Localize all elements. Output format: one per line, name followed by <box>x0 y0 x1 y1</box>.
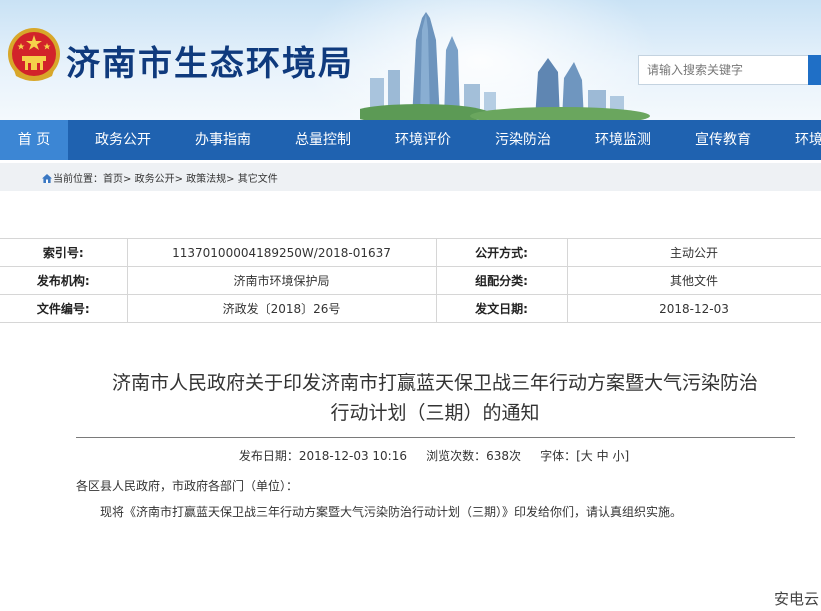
national-emblem-icon <box>8 28 60 81</box>
site-title: 济南市生态环境局 <box>66 44 354 84</box>
search-input[interactable] <box>639 56 815 84</box>
nav-item-pollution-control[interactable]: 污染防治 <box>480 120 566 160</box>
publish-date-label: 发布日期： <box>238 449 299 463</box>
publisher-label: 发布机构: <box>0 266 127 295</box>
publisher-value: 济南市环境保护局 <box>126 266 437 295</box>
views-label: 浏览次数： <box>426 449 487 463</box>
issue-date-value: 2018-12-03 <box>566 294 821 323</box>
nav-item-home[interactable]: 首 页 <box>0 120 68 160</box>
article-title-line-2: 行动计划（三期）的通知 <box>330 402 540 424</box>
disclosure-method-value: 主动公开 <box>566 238 821 267</box>
nav-item-env-monitoring[interactable]: 环境监测 <box>580 120 666 160</box>
publish-date: 2018-12-03 10:16 <box>298 449 407 463</box>
views-count: 638 <box>486 449 509 463</box>
article-title-line-1: 济南市人民政府关于印发济南市打赢蓝天保卫战三年行动方案暨大气污染防治 <box>111 372 758 394</box>
title-divider <box>76 437 795 438</box>
breadcrumb-gov-affairs[interactable]: 政务公开 <box>135 174 175 185</box>
article-body: 现将《济南市打赢蓝天保卫战三年行动方案暨大气污染防治行动计划（三期）》印发给你们… <box>100 505 683 519</box>
breadcrumb-policy[interactable]: 政策法规 <box>186 174 226 185</box>
nav-item-publicity[interactable]: 宣传教育 <box>680 120 766 160</box>
font-size-label: 字体： <box>540 449 577 463</box>
table-row: 索引号: 11370100004189250W/2018-01637 公开方式:… <box>0 238 821 267</box>
nav-item-total-control[interactable]: 总量控制 <box>280 120 366 160</box>
article-salutation: 各区县人民政府，市政府各部门（单位）： <box>76 479 299 493</box>
issue-date-label: 发文日期: <box>436 294 567 323</box>
city-skyline-icon <box>360 12 650 120</box>
breadcrumb-bar: 当前位置：首页> 政务公开> 政策法规> 其它文件 <box>0 163 821 191</box>
font-size-small[interactable]: 小 <box>612 449 624 463</box>
breadcrumb-prefix: 当前位置： <box>53 174 103 185</box>
views-unit: 次 <box>508 449 521 463</box>
breadcrumb-home[interactable]: 首页 <box>103 174 123 185</box>
document-number-value: 济政发〔2018〕26号 <box>126 294 437 323</box>
document-info-table: 索引号: 11370100004189250W/2018-01637 公开方式:… <box>0 238 821 323</box>
document-number-label: 文件编号: <box>0 294 127 323</box>
category-value: 其他文件 <box>566 266 821 295</box>
nav-item-guide[interactable]: 办事指南 <box>180 120 266 160</box>
category-label: 组配分类: <box>436 266 567 295</box>
nav-item-env-assessment[interactable]: 环境评价 <box>380 120 466 160</box>
index-number-label: 索引号: <box>0 238 127 267</box>
breadcrumb: 当前位置：首页> 政务公开> 政策法规> 其它文件 <box>42 170 278 185</box>
font-size-large[interactable]: 大 <box>581 449 593 463</box>
index-number-value: 11370100004189250W/2018-01637 <box>126 238 437 267</box>
breadcrumb-other-docs[interactable]: 其它文件 <box>238 174 278 185</box>
search-box <box>638 55 815 85</box>
article-title: 济南市人民政府关于印发济南市打赢蓝天保卫战三年行动方案暨大气污染防治 行动计划（… <box>70 368 800 428</box>
table-row: 发布机构: 济南市环境保护局 组配分类: 其他文件 <box>0 266 821 295</box>
breadcrumb-separator: > <box>174 174 183 185</box>
table-row: 文件编号: 济政发〔2018〕26号 发文日期: 2018-12-03 <box>0 294 821 323</box>
header-banner: 济南市生态环境局 <box>0 0 821 120</box>
main-nav: 首 页 政务公开 办事指南 总量控制 环境评价 污染防治 环境监测 宣传教育 环… <box>0 120 821 160</box>
disclosure-method-label: 公开方式: <box>436 238 567 267</box>
breadcrumb-separator: > <box>226 174 235 185</box>
nav-item-more[interactable]: 环境 <box>780 120 821 160</box>
home-icon <box>42 174 52 183</box>
breadcrumb-separator: > <box>123 174 132 185</box>
nav-item-gov-affairs[interactable]: 政务公开 <box>80 120 166 160</box>
article-meta: 发布日期：2018-12-03 10:16 浏览次数：638次 字体：[大 中 … <box>238 449 630 463</box>
font-size-medium[interactable]: 中 <box>597 449 609 463</box>
search-button[interactable] <box>808 55 821 85</box>
watermark: 安电云 <box>773 590 819 608</box>
